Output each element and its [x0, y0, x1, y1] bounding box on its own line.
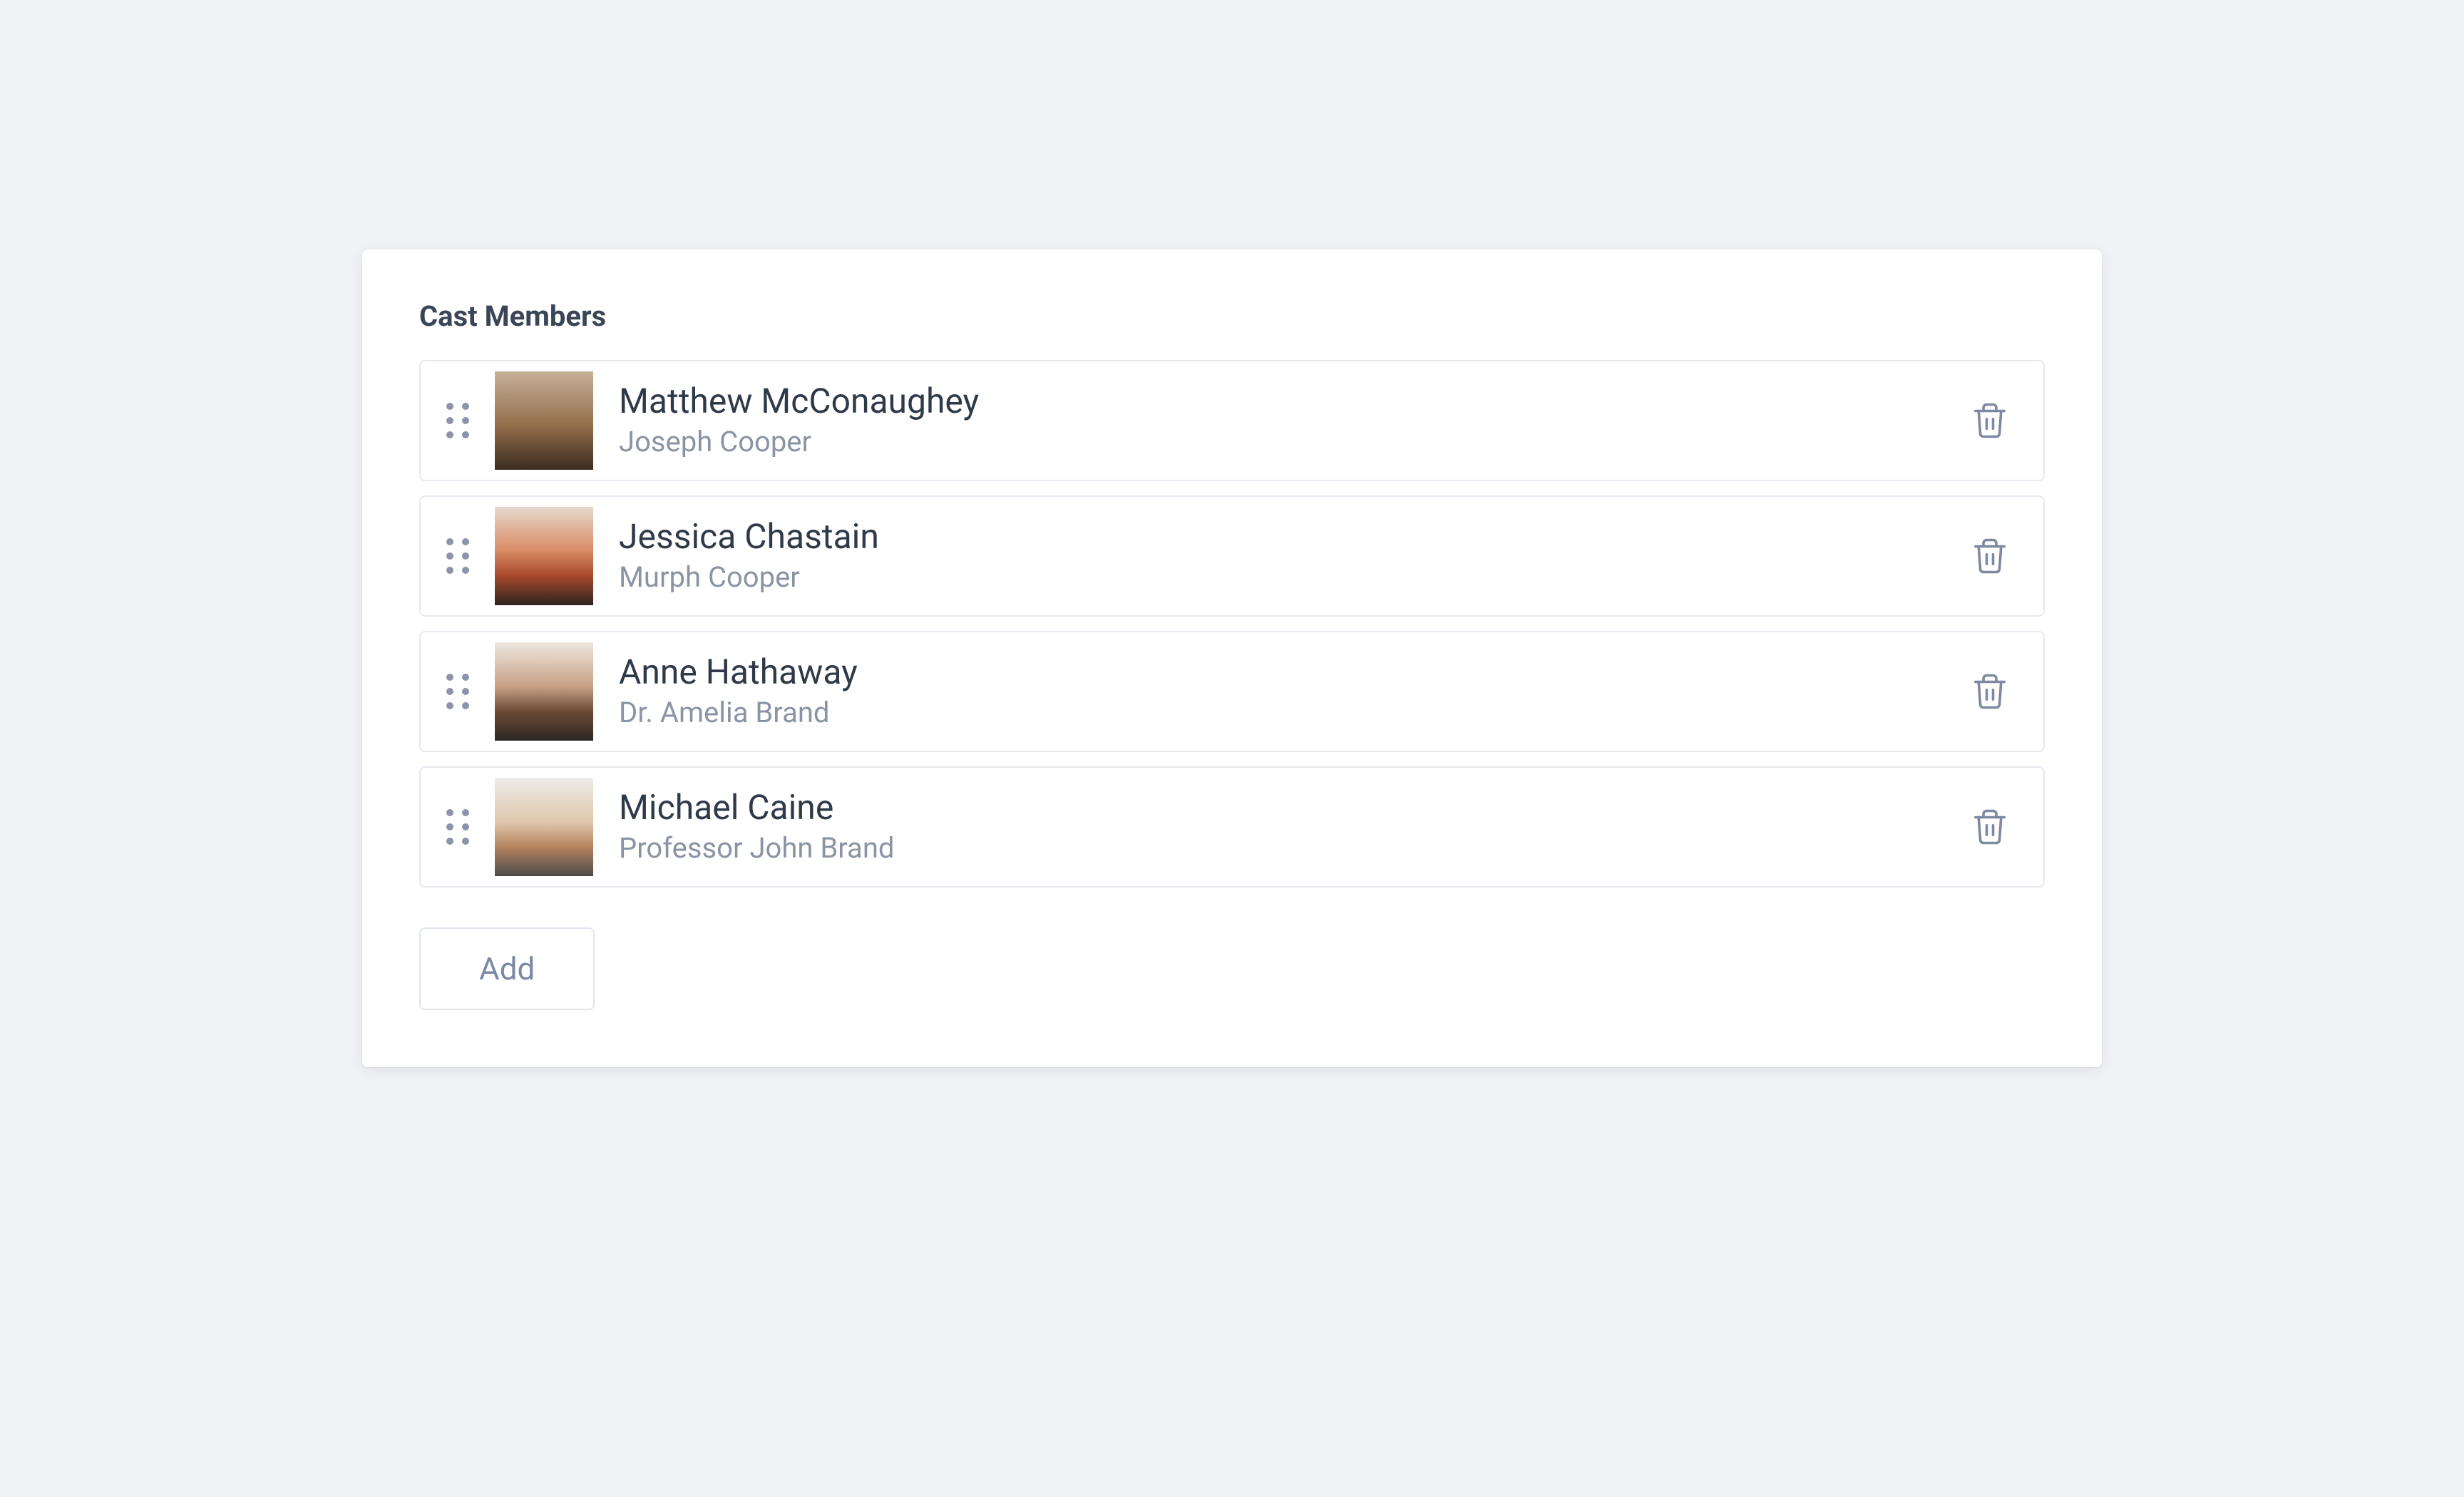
delete-button[interactable]: [1965, 529, 2015, 583]
actor-name: Matthew McConaughey: [619, 381, 1965, 422]
add-button[interactable]: Add: [419, 927, 595, 1010]
cast-list-item[interactable]: Jessica Chastain Murph Cooper: [419, 495, 2045, 617]
drag-handle-icon[interactable]: [445, 672, 471, 711]
cast-text: Anne Hathaway Dr. Amelia Brand: [619, 652, 1965, 731]
cast-list-item[interactable]: Anne Hathaway Dr. Amelia Brand: [419, 631, 2045, 752]
avatar: [495, 371, 593, 470]
trash-icon: [1971, 806, 2009, 848]
character-name: Dr. Amelia Brand: [619, 694, 1965, 731]
cast-text: Jessica Chastain Murph Cooper: [619, 516, 1965, 596]
section-title: Cast Members: [419, 299, 2045, 333]
actor-name: Jessica Chastain: [619, 516, 1965, 557]
cast-list-item[interactable]: Michael Caine Professor John Brand: [419, 766, 2045, 888]
delete-button[interactable]: [1965, 800, 2015, 854]
character-name: Murph Cooper: [619, 559, 1965, 596]
trash-icon: [1971, 535, 2009, 577]
avatar: [495, 507, 593, 605]
avatar: [495, 642, 593, 741]
avatar: [495, 778, 593, 876]
delete-button[interactable]: [1965, 393, 2015, 448]
drag-handle-icon[interactable]: [445, 808, 471, 846]
character-name: Joseph Cooper: [619, 423, 1965, 461]
character-name: Professor John Brand: [619, 830, 1965, 867]
trash-icon: [1971, 670, 2009, 713]
cast-members-panel: Cast Members Matthew McConaughey Joseph …: [362, 250, 2102, 1067]
actor-name: Anne Hathaway: [619, 652, 1965, 693]
trash-icon: [1971, 399, 2009, 442]
cast-text: Michael Caine Professor John Brand: [619, 787, 1965, 867]
cast-text: Matthew McConaughey Joseph Cooper: [619, 381, 1965, 461]
actor-name: Michael Caine: [619, 787, 1965, 828]
delete-button[interactable]: [1965, 664, 2015, 719]
drag-handle-icon[interactable]: [445, 537, 471, 575]
cast-list: Matthew McConaughey Joseph Cooper: [419, 360, 2045, 888]
drag-handle-icon[interactable]: [445, 401, 471, 440]
cast-list-item[interactable]: Matthew McConaughey Joseph Cooper: [419, 360, 2045, 481]
